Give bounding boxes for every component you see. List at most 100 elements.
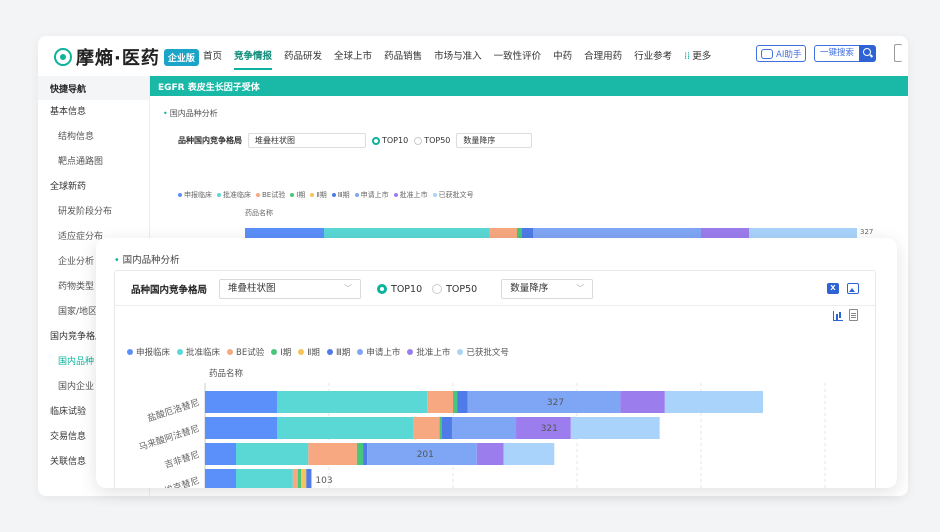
bg-bar-segment[interactable] [521, 228, 533, 238]
nav-item-market-access[interactable]: 市场与准入 [434, 48, 482, 62]
excel-export-icon[interactable]: X [827, 283, 839, 294]
bar-segment[interactable] [205, 469, 236, 488]
bar-chart-icon[interactable] [833, 311, 843, 321]
legend-item[interactable]: Ⅲ期 [331, 191, 350, 199]
legend-item[interactable]: 批准上市 [407, 346, 450, 358]
legend-swatch [357, 349, 364, 355]
chart-type-select[interactable]: 堆叠柱状图 ﹀ [219, 279, 362, 299]
quick-search-label[interactable]: 一键搜索 [814, 45, 860, 62]
nav-item-industry-ref[interactable]: 行业参考 [634, 48, 672, 62]
bullet-icon: • [114, 255, 120, 266]
legend-item[interactable]: 批准上市 [393, 191, 428, 199]
legend-item[interactable]: 申报临床 [178, 191, 212, 199]
category-label: 马来酸阿法替尼 [137, 422, 201, 453]
bg-chart-type-select[interactable]: 堆叠柱状图 [248, 133, 366, 148]
sidebar-item-rd-stage[interactable]: 研发阶段分布 [38, 200, 149, 225]
legend-swatch [354, 193, 359, 197]
legend-label: Ⅱ期 [316, 191, 327, 199]
bg-bar-segment[interactable] [749, 228, 857, 238]
legend-item[interactable]: Ⅰ期 [290, 191, 305, 199]
search-icon[interactable] [859, 45, 877, 62]
image-export-icon[interactable] [847, 283, 859, 294]
bar-segment[interactable] [277, 391, 428, 413]
bar-segment[interactable] [453, 391, 458, 413]
legend-item[interactable]: 申请上市 [354, 191, 389, 199]
bg-bar-segment[interactable] [488, 228, 517, 238]
nav-item-home[interactable]: 首页 [203, 48, 222, 62]
nav-item-competitive-intel[interactable]: 竞争情报 [234, 48, 273, 70]
nav-item-more[interactable]: ⁞⁞ 更多 [684, 48, 711, 62]
bar-segment[interactable] [292, 469, 298, 488]
bar-segment[interactable] [451, 417, 517, 439]
bar-segment[interactable] [427, 391, 453, 413]
radio-top50[interactable]: TOP50 [432, 284, 477, 295]
bar-segment[interactable] [439, 417, 442, 439]
nav-item-drug-sales[interactable]: 药品销售 [384, 48, 422, 62]
bar-segment[interactable] [306, 469, 312, 488]
bar-segment[interactable] [356, 443, 364, 465]
bg-bar-segment[interactable] [700, 228, 750, 238]
sort-select[interactable]: 数量降序 ﹀ [501, 279, 594, 299]
bar-segment[interactable] [236, 469, 293, 488]
legend-item[interactable]: 申请上市 [357, 346, 400, 358]
bar-segment[interactable] [413, 417, 440, 439]
data-view-icon[interactable] [849, 309, 858, 321]
sidebar-item-pathway[interactable]: 靶点通路图 [38, 150, 149, 175]
legend-swatch [290, 193, 295, 197]
bar-segment[interactable] [503, 443, 555, 465]
bar-segment[interactable] [205, 391, 278, 413]
bar-segment[interactable] [664, 391, 763, 413]
bar-segment[interactable] [467, 391, 621, 413]
nav-item-tcm[interactable]: 中药 [553, 48, 572, 62]
bar-segment[interactable] [236, 443, 309, 465]
legend-item[interactable]: Ⅱ期 [310, 191, 327, 199]
radio-unchecked-icon [414, 136, 423, 145]
bar-segment[interactable] [205, 417, 278, 439]
bar-segment[interactable] [298, 469, 302, 488]
bar-segment[interactable] [476, 443, 504, 465]
legend-item[interactable]: Ⅲ期 [326, 346, 350, 358]
sidebar-item-basic-info[interactable]: 基本信息 [38, 100, 149, 125]
legend-item[interactable]: BE试验 [227, 346, 264, 358]
y-axis-title: 药品名称 [209, 369, 244, 379]
bg-radio-top50[interactable]: TOP50 [414, 136, 450, 145]
legend-item[interactable]: 申报临床 [127, 346, 170, 358]
bg-bar-segment[interactable] [532, 228, 701, 238]
nav-item-global-launch[interactable]: 全球上市 [334, 48, 372, 62]
bg-sort-select[interactable]: 数量降序 [456, 133, 533, 148]
legend-item[interactable]: 批准临床 [217, 191, 251, 199]
quick-search[interactable]: 一键搜索 [814, 45, 877, 62]
sidebar-header: 快捷导航 [38, 76, 149, 100]
bar-segment[interactable] [363, 443, 368, 465]
radio-top10[interactable]: TOP10 [377, 284, 422, 295]
bar-segment[interactable] [277, 417, 414, 439]
legend-item[interactable]: 批准临床 [177, 346, 220, 358]
legend-item[interactable]: BE试验 [256, 191, 285, 199]
logo[interactable]: 摩熵·医药 企业版 [54, 44, 199, 70]
sort-value: 数量降序 [510, 283, 549, 294]
bar-segment[interactable] [205, 443, 236, 465]
bg-bar-segment[interactable] [324, 228, 489, 238]
bg-controls-label: 品种国内竞争格局 [178, 136, 242, 145]
bar-segment[interactable] [301, 469, 307, 488]
bg-radio-top10[interactable]: TOP10 [372, 136, 408, 145]
bar-segment[interactable] [308, 443, 357, 465]
legend-item[interactable]: 已获批文号 [432, 191, 474, 199]
bg-bar-segment[interactable] [245, 228, 325, 238]
sidebar-item-structure[interactable]: 结构信息 [38, 125, 149, 150]
ai-assistant-button[interactable]: AI助手 [756, 45, 807, 62]
bar-segment[interactable] [441, 417, 452, 439]
legend-item[interactable]: 已获批文号 [457, 346, 509, 358]
legend-item[interactable]: Ⅰ期 [271, 346, 291, 358]
sidebar-item-global-new-drugs[interactable]: 全球新药 [38, 175, 149, 200]
nav-item-consistency[interactable]: 一致性评价 [494, 48, 542, 62]
category-label: 吉非替尼 [163, 448, 201, 471]
legend-label: 批准上市 [416, 348, 451, 358]
bar-segment[interactable] [620, 391, 665, 413]
nav-item-drug-rd[interactable]: 药品研发 [284, 48, 322, 62]
legend-item[interactable]: Ⅱ期 [298, 346, 320, 358]
bar-segment[interactable] [570, 417, 660, 439]
bar-segment[interactable] [457, 391, 468, 413]
legend-swatch [407, 349, 414, 355]
nav-item-rational-use[interactable]: 合理用药 [584, 48, 622, 62]
